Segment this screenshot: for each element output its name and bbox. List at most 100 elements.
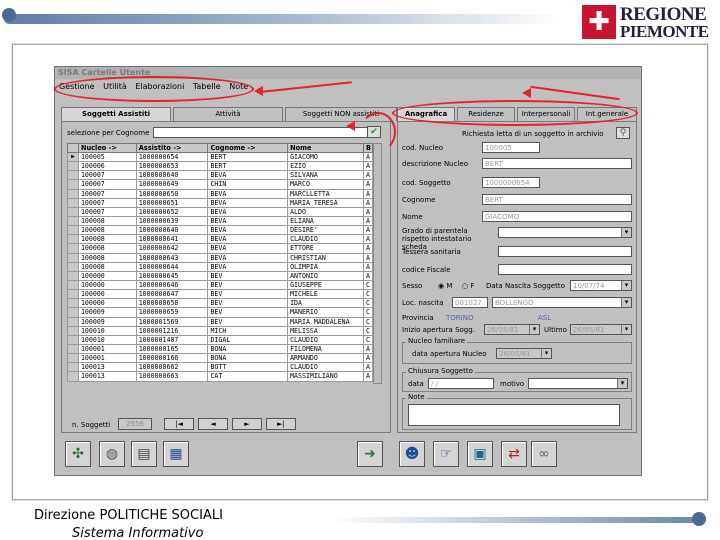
table-row[interactable]: 100000 1000000646 BEV GIUSEPPE C [67, 279, 374, 291]
tab-attivita[interactable]: Attività [173, 107, 283, 121]
table-row[interactable]: 100007 1000000651 BEVA MARIA TERESA A [67, 197, 374, 208]
exit-door-icon[interactable]: ➜ [357, 441, 383, 467]
sesso-radio-m[interactable]: ◉ M [438, 282, 452, 290]
table-row[interactable]: 100013 1000000662 BOTT CLAUDIO A [67, 362, 374, 373]
table-row[interactable]: 100007 1000000649 CHIN MARCO A [67, 179, 374, 190]
menu-arrowhead [254, 86, 263, 96]
cell-assistito: 1000000649 [135, 179, 209, 190]
table-row[interactable]: 100000 1000000658 BEV IDA C [67, 298, 374, 309]
cell-assistito: 1000000165 [135, 343, 209, 355]
cognome-field[interactable]: BERT [482, 194, 632, 205]
sesso-radio-f[interactable]: ○ F [462, 282, 474, 290]
cell-assistito: 1000000647 [135, 289, 209, 300]
loc-nascita-code[interactable]: 001027 [452, 297, 488, 308]
cell-nucleo: 100008 [77, 243, 137, 254]
tab-soggetti-assistiti[interactable]: Soggetti Assistiti [61, 107, 171, 121]
table-row[interactable]: 100008 1000000641 BEVA CLAUDIO A [67, 234, 374, 245]
table-row[interactable]: 100009 1000001569 BEV MARIA MADDALENA C [67, 316, 374, 327]
data-apertura-nucleo-field[interactable]: 26/05/81 [496, 348, 552, 359]
table-row[interactable]: 100007 1000000650 BEVA MARCLLETTA A [67, 188, 374, 199]
table-row[interactable]: 100008 1000000643 BEVA CHRISTIAN A [67, 252, 374, 263]
nav-next-button[interactable]: ► [232, 418, 262, 430]
puzzle-icon[interactable]: ✣ [65, 441, 91, 467]
folder-transfer-icon[interactable]: ▣ [467, 441, 493, 467]
sesso-label: Sesso [402, 282, 423, 290]
provincia-label: Provincia [402, 314, 434, 322]
table-row[interactable]: 100001 1000000166 BONA ARMANDO A [67, 353, 374, 364]
printer-icon[interactable]: ▤ [131, 441, 157, 467]
chiusura-soggetto-title: Chiusura Soggetto [406, 367, 475, 375]
cell-nome: CLAUDIO [287, 234, 364, 245]
footer-decoration-dot [692, 512, 706, 526]
table-scrollbar[interactable] [373, 143, 382, 384]
footer-decoration-bar [330, 517, 700, 523]
chiusura-data-field[interactable]: / / [428, 378, 494, 389]
chart-icon[interactable]: ▦ [163, 441, 189, 467]
regione-piemonte-logo: ✚ REGIONE PIEMONTE [580, 4, 709, 41]
table-row[interactable]: 100000 1000000645 BEV ANTONIO A [67, 270, 374, 281]
col-assistito[interactable]: Assistito -> [135, 143, 209, 153]
sesso-option-m: M [446, 282, 453, 290]
cell-cognome: BEVA [207, 261, 289, 272]
table-row[interactable]: 100007 1000000652 BEVA ALDO A [67, 206, 374, 217]
descrizione-nucleo-field[interactable]: BERT [482, 158, 632, 169]
table-row[interactable]: 100001 1000000165 BONA FILOMENA A [67, 343, 374, 355]
cell-nucleo: 100007 [77, 179, 137, 190]
table-row[interactable]: 100010 1000001407 DIGAL CLAUDIO C [67, 334, 374, 345]
nav-first-button[interactable]: |◄ [164, 418, 194, 430]
table-row[interactable]: 100008 1000000640 BEVA DESIRE' A [67, 225, 374, 236]
inizio-apertura-field[interactable]: 26/05/81 [484, 324, 540, 335]
hand-document-icon[interactable]: ☞ [433, 441, 459, 467]
row-indicator [67, 206, 79, 217]
lookup-icon[interactable]: ⚲ [616, 127, 630, 139]
note-title: Note [406, 393, 427, 401]
user-card-icon[interactable]: ☻ [399, 441, 425, 467]
table-row[interactable]: 100007 1000000640 BEVA SILVANA A [67, 170, 374, 181]
loc-nascita-select[interactable]: BOLLENGO [492, 297, 632, 308]
cell-b: A [362, 243, 374, 254]
tessera-sanitaria-field[interactable] [498, 246, 632, 257]
table-row[interactable]: 100008 1000000639 BEVA ELIANA A [67, 215, 374, 227]
data-nascita-field[interactable]: 10/07/74 [570, 280, 632, 291]
table-row[interactable]: 100006 1000000653 BERT EZIO A [67, 161, 374, 172]
cell-b: A [362, 188, 374, 199]
nav-last-button[interactable]: ►| [266, 418, 296, 430]
tabs-arrowhead [522, 88, 531, 98]
nav-prev-button[interactable]: ◄ [198, 418, 228, 430]
ultimo-field[interactable]: 26/05/81 [570, 324, 632, 335]
globe-icon[interactable]: ◍ [99, 441, 125, 467]
row-indicator [67, 179, 79, 190]
table-row[interactable]: 100008 1000000642 BEVA ETTORE A [67, 243, 374, 254]
search-binoculars-icon[interactable]: ∞ [531, 441, 557, 467]
table-row[interactable]: ▶ 100005 1000000654 BERT GIACOMO A [67, 151, 374, 163]
cell-b: C [362, 289, 374, 300]
codice-fiscale-field[interactable] [498, 264, 632, 275]
sesso-option-f: F [470, 282, 475, 290]
search-input[interactable] [153, 127, 371, 138]
table-row[interactable]: 100010 1000001216 MICH MELISSA C [67, 325, 374, 336]
note-textarea[interactable] [408, 404, 620, 426]
link-icon[interactable]: ⇄ [501, 441, 527, 467]
cod-nucleo-field[interactable]: 100005 [482, 142, 540, 153]
cell-nucleo: 100009 [77, 307, 137, 318]
grado-parentela-select[interactable] [498, 227, 632, 238]
nome-field[interactable]: GIACOMO [482, 211, 632, 222]
row-indicator [67, 261, 79, 272]
cell-nucleo: 100007 [77, 206, 137, 217]
cell-b: A [362, 225, 374, 236]
table-row[interactable]: 100013 1000000663 CAT MASSIMILIANO A [67, 371, 374, 382]
col-nucleo[interactable]: Nucleo -> [77, 143, 137, 153]
header-decoration-bar [4, 14, 564, 24]
table-row[interactable]: 100008 1000000644 BEVA OLIMPIA A [67, 261, 374, 272]
chiusura-motivo-select[interactable] [528, 378, 628, 389]
col-nome[interactable]: Nome [287, 143, 364, 153]
cell-nome: MARIA TERESA [287, 197, 364, 208]
table-row[interactable]: 100009 1000000659 BEV MANERIO C [67, 307, 374, 318]
col-cognome[interactable]: Cognome -> [207, 143, 289, 153]
cod-soggetto-field[interactable]: 1000000654 [482, 177, 540, 188]
cell-nome: ALDO [287, 206, 364, 217]
cell-nucleo: 100008 [77, 225, 137, 236]
table-row[interactable]: 100000 1000000647 BEV MICHELE C [67, 289, 374, 300]
cell-nome: MARCLLETTA [287, 188, 364, 199]
cod-nucleo-label: cod. Nucleo [402, 144, 444, 152]
